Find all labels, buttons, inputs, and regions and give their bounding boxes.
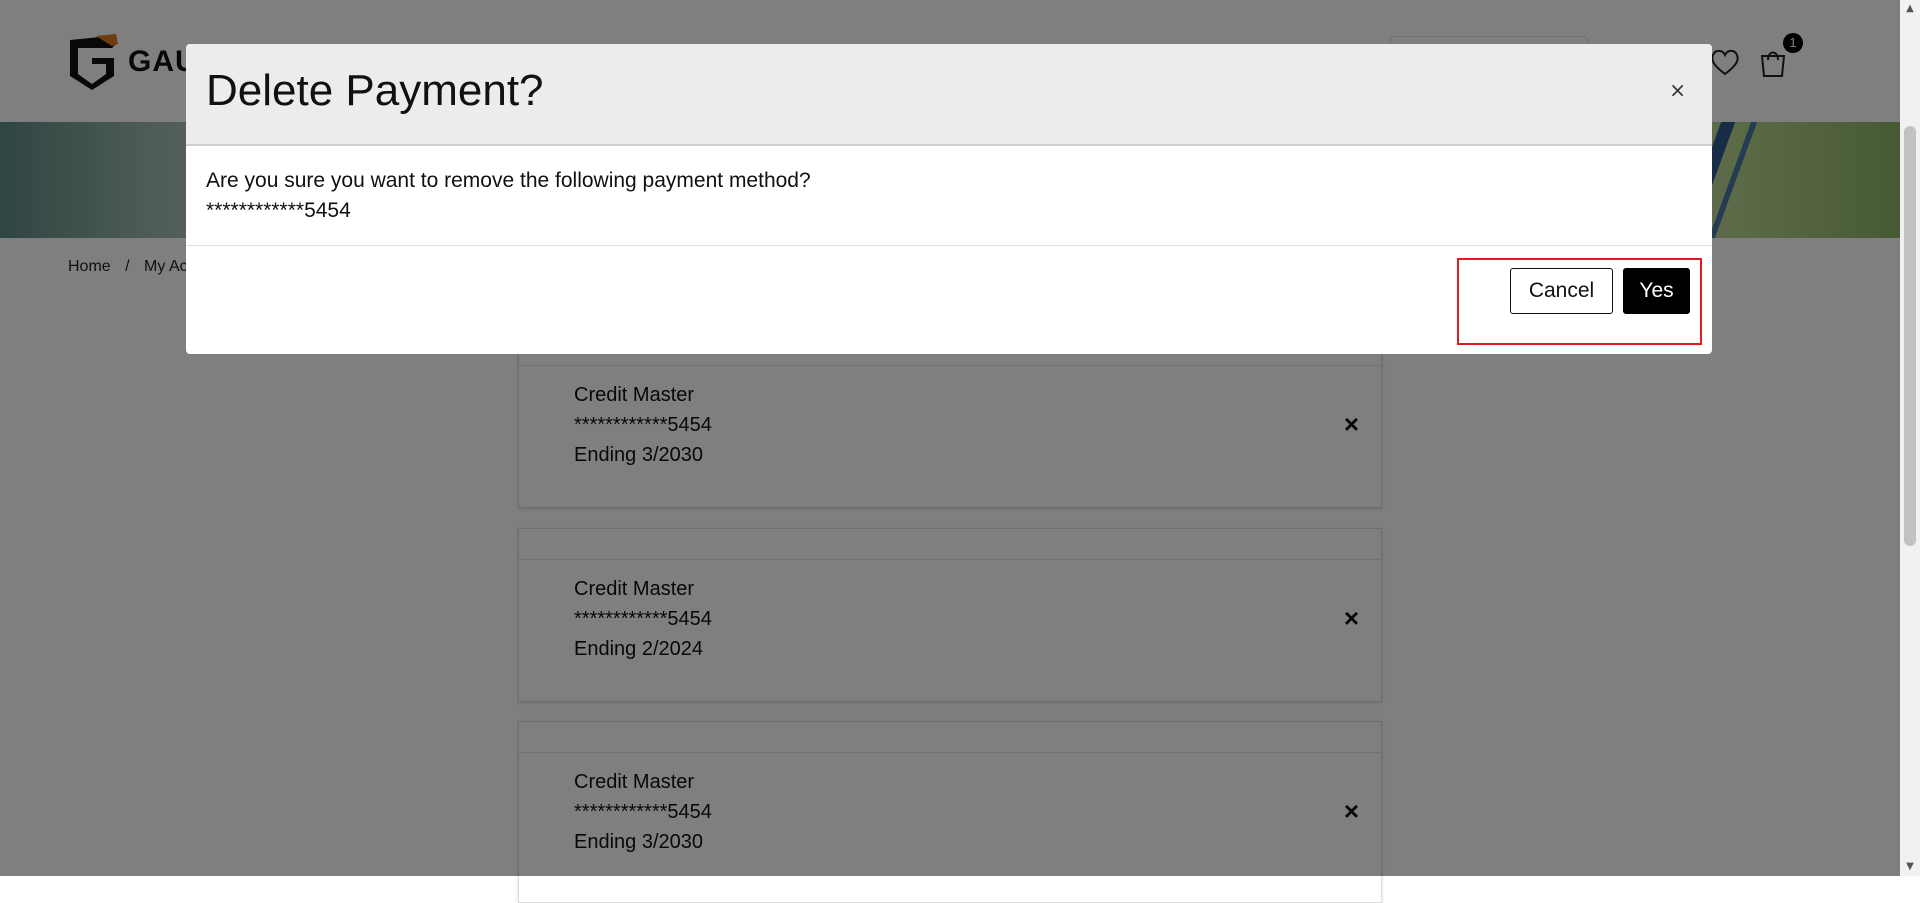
scroll-up-icon[interactable]: ▲ [1900, 0, 1920, 18]
dialog-body: Are you sure you want to remove the foll… [186, 146, 1712, 246]
masked-card-number: ************5454 [206, 199, 351, 222]
page-scrollbar[interactable]: ▲ ▼ [1900, 0, 1920, 876]
delete-payment-dialog: Delete Payment? × Are you sure you want … [186, 44, 1712, 354]
dialog-footer: Cancel Yes [186, 246, 1712, 334]
confirm-message: Are you sure you want to remove the foll… [206, 169, 811, 192]
scroll-thumb[interactable] [1904, 126, 1916, 546]
yes-button[interactable]: Yes [1623, 268, 1690, 314]
scroll-down-icon[interactable]: ▼ [1900, 858, 1920, 876]
cancel-button[interactable]: Cancel [1510, 268, 1613, 314]
dialog-title: Delete Payment? [206, 66, 544, 115]
dialog-header: Delete Payment? × [186, 44, 1712, 146]
close-icon[interactable]: × [1669, 78, 1686, 102]
